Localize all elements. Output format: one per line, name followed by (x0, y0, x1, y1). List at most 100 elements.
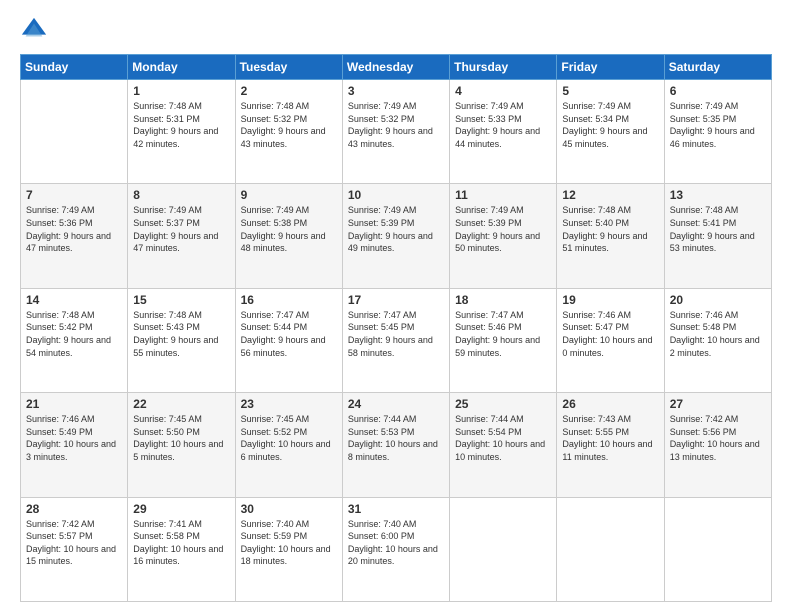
day-number: 29 (133, 502, 229, 516)
calendar-cell-w1-d6: 5Sunrise: 7:49 AMSunset: 5:34 PMDaylight… (557, 80, 664, 184)
day-number: 28 (26, 502, 122, 516)
calendar-cell-w3-d1: 14 Sunrise: 7:48 AMSunset: 5:42 PMDayligh… (21, 288, 128, 392)
day-number: 30 (241, 502, 337, 516)
calendar-cell-w3-d6: 19 Sunrise: 7:46 AMSunset: 5:47 PMDayligh… (557, 288, 664, 392)
day-info: Sunrise: 7:48 AMSunset: 5:40 PMDaylight:… (562, 204, 658, 254)
day-number: 17 (348, 293, 444, 307)
weekday-header-row: SundayMondayTuesdayWednesdayThursdayFrid… (21, 55, 772, 80)
calendar-cell-w1-d5: 4 Sunrise: 7:49 AMSunset: 5:33 PMDaylight… (450, 80, 557, 184)
day-info: Sunrise: 7:44 AMSunset: 5:53 PMDaylight:… (348, 413, 444, 463)
day-info: Sunrise: 7:46 AMSunset: 5:47 PMDaylight:… (562, 309, 658, 359)
calendar-cell-w5-d4: 31 Sunrise: 7:40 AMSunset: 6:00 PMDayligh… (342, 497, 449, 601)
day-info: Sunrise: 7:43 AMSunset: 5:55 PMDaylight:… (562, 413, 658, 463)
day-number: 12 (562, 188, 658, 202)
weekday-header-sunday: Sunday (21, 55, 128, 80)
calendar-cell-w5-d7 (664, 497, 771, 601)
calendar-cell-w1-d4: 3 Sunrise: 7:49 AMSunset: 5:32 PMDaylight… (342, 80, 449, 184)
week-row-2: 7Sunrise: 7:49 AMSunset: 5:36 PMDaylight… (21, 184, 772, 288)
day-number: 11 (455, 188, 551, 202)
calendar-cell-w2-d7: 13 Sunrise: 7:48 AMSunset: 5:41 PMDayligh… (664, 184, 771, 288)
weekday-header-wednesday: Wednesday (342, 55, 449, 80)
day-info: Sunrise: 7:49 AMSunset: 5:33 PMDaylight:… (455, 100, 551, 150)
day-info: Sunrise: 7:44 AMSunset: 5:54 PMDaylight:… (455, 413, 551, 463)
day-number: 5 (562, 84, 658, 98)
calendar-cell-w1-d2: 1 Sunrise: 7:48 AMSunset: 5:31 PMDaylight… (128, 80, 235, 184)
week-row-4: 21Sunrise: 7:46 AMSunset: 5:49 PMDayligh… (21, 393, 772, 497)
calendar-cell-w2-d5: 11 Sunrise: 7:49 AMSunset: 5:39 PMDayligh… (450, 184, 557, 288)
day-info: Sunrise: 7:42 AMSunset: 5:56 PMDaylight:… (670, 413, 766, 463)
page: SundayMondayTuesdayWednesdayThursdayFrid… (0, 0, 792, 612)
calendar-cell-w3-d5: 18 Sunrise: 7:47 AMSunset: 5:46 PMDayligh… (450, 288, 557, 392)
day-info: Sunrise: 7:49 AMSunset: 5:39 PMDaylight:… (455, 204, 551, 254)
day-info: Sunrise: 7:48 AMSunset: 5:41 PMDaylight:… (670, 204, 766, 254)
day-number: 15 (133, 293, 229, 307)
weekday-header-friday: Friday (557, 55, 664, 80)
day-number: 26 (562, 397, 658, 411)
day-number: 31 (348, 502, 444, 516)
calendar-cell-w4-d5: 25 Sunrise: 7:44 AMSunset: 5:54 PMDayligh… (450, 393, 557, 497)
calendar-cell-w4-d2: 22Sunrise: 7:45 AMSunset: 5:50 PMDayligh… (128, 393, 235, 497)
day-info: Sunrise: 7:41 AMSunset: 5:58 PMDaylight:… (133, 518, 229, 568)
day-info: Sunrise: 7:49 AMSunset: 5:38 PMDaylight:… (241, 204, 337, 254)
day-number: 20 (670, 293, 766, 307)
calendar-cell-w3-d3: 16 Sunrise: 7:47 AMSunset: 5:44 PMDayligh… (235, 288, 342, 392)
day-number: 21 (26, 397, 122, 411)
calendar-cell-w5-d6 (557, 497, 664, 601)
day-info: Sunrise: 7:42 AMSunset: 5:57 PMDaylight:… (26, 518, 122, 568)
day-number: 19 (562, 293, 658, 307)
week-row-5: 28 Sunrise: 7:42 AMSunset: 5:57 PMDayligh… (21, 497, 772, 601)
calendar-cell-w1-d3: 2Sunrise: 7:48 AMSunset: 5:32 PMDaylight… (235, 80, 342, 184)
day-info: Sunrise: 7:47 AMSunset: 5:44 PMDaylight:… (241, 309, 337, 359)
calendar-cell-w1-d1 (21, 80, 128, 184)
day-number: 22 (133, 397, 229, 411)
day-info: Sunrise: 7:45 AMSunset: 5:52 PMDaylight:… (241, 413, 337, 463)
calendar-cell-w1-d7: 6 Sunrise: 7:49 AMSunset: 5:35 PMDaylight… (664, 80, 771, 184)
day-info: Sunrise: 7:48 AMSunset: 5:32 PMDaylight:… (241, 100, 337, 150)
day-info: Sunrise: 7:47 AMSunset: 5:45 PMDaylight:… (348, 309, 444, 359)
calendar-cell-w2-d1: 7Sunrise: 7:49 AMSunset: 5:36 PMDaylight… (21, 184, 128, 288)
day-number: 6 (670, 84, 766, 98)
day-number: 1 (133, 84, 229, 98)
day-info: Sunrise: 7:49 AMSunset: 5:32 PMDaylight:… (348, 100, 444, 150)
day-info: Sunrise: 7:49 AMSunset: 5:35 PMDaylight:… (670, 100, 766, 150)
day-info: Sunrise: 7:47 AMSunset: 5:46 PMDaylight:… (455, 309, 551, 359)
day-info: Sunrise: 7:49 AMSunset: 5:36 PMDaylight:… (26, 204, 122, 254)
day-number: 4 (455, 84, 551, 98)
calendar-cell-w3-d4: 17 Sunrise: 7:47 AMSunset: 5:45 PMDayligh… (342, 288, 449, 392)
calendar-cell-w4-d3: 23Sunrise: 7:45 AMSunset: 5:52 PMDayligh… (235, 393, 342, 497)
day-info: Sunrise: 7:48 AMSunset: 5:43 PMDaylight:… (133, 309, 229, 359)
calendar-cell-w2-d6: 12 Sunrise: 7:48 AMSunset: 5:40 PMDayligh… (557, 184, 664, 288)
header (20, 16, 772, 44)
calendar-cell-w4-d4: 24 Sunrise: 7:44 AMSunset: 5:53 PMDayligh… (342, 393, 449, 497)
logo-icon (20, 16, 48, 44)
calendar-cell-w2-d2: 8Sunrise: 7:49 AMSunset: 5:37 PMDaylight… (128, 184, 235, 288)
day-number: 13 (670, 188, 766, 202)
day-number: 16 (241, 293, 337, 307)
day-number: 24 (348, 397, 444, 411)
day-info: Sunrise: 7:40 AMSunset: 5:59 PMDaylight:… (241, 518, 337, 568)
weekday-header-monday: Monday (128, 55, 235, 80)
day-number: 3 (348, 84, 444, 98)
calendar-cell-w2-d3: 9 Sunrise: 7:49 AMSunset: 5:38 PMDaylight… (235, 184, 342, 288)
calendar-cell-w5-d1: 28 Sunrise: 7:42 AMSunset: 5:57 PMDayligh… (21, 497, 128, 601)
day-info: Sunrise: 7:40 AMSunset: 6:00 PMDaylight:… (348, 518, 444, 568)
calendar-cell-w4-d7: 27 Sunrise: 7:42 AMSunset: 5:56 PMDayligh… (664, 393, 771, 497)
calendar-table: SundayMondayTuesdayWednesdayThursdayFrid… (20, 54, 772, 602)
day-number: 27 (670, 397, 766, 411)
calendar-cell-w5-d5 (450, 497, 557, 601)
day-info: Sunrise: 7:49 AMSunset: 5:39 PMDaylight:… (348, 204, 444, 254)
week-row-1: 1 Sunrise: 7:48 AMSunset: 5:31 PMDaylight… (21, 80, 772, 184)
weekday-header-thursday: Thursday (450, 55, 557, 80)
day-number: 14 (26, 293, 122, 307)
day-number: 9 (241, 188, 337, 202)
day-number: 25 (455, 397, 551, 411)
day-number: 10 (348, 188, 444, 202)
calendar-cell-w3-d7: 20Sunrise: 7:46 AMSunset: 5:48 PMDayligh… (664, 288, 771, 392)
calendar-cell-w4-d6: 26 Sunrise: 7:43 AMSunset: 5:55 PMDayligh… (557, 393, 664, 497)
logo (20, 16, 52, 44)
day-info: Sunrise: 7:48 AMSunset: 5:31 PMDaylight:… (133, 100, 229, 150)
calendar-cell-w5-d2: 29 Sunrise: 7:41 AMSunset: 5:58 PMDayligh… (128, 497, 235, 601)
day-info: Sunrise: 7:49 AMSunset: 5:37 PMDaylight:… (133, 204, 229, 254)
day-info: Sunrise: 7:48 AMSunset: 5:42 PMDaylight:… (26, 309, 122, 359)
day-number: 18 (455, 293, 551, 307)
